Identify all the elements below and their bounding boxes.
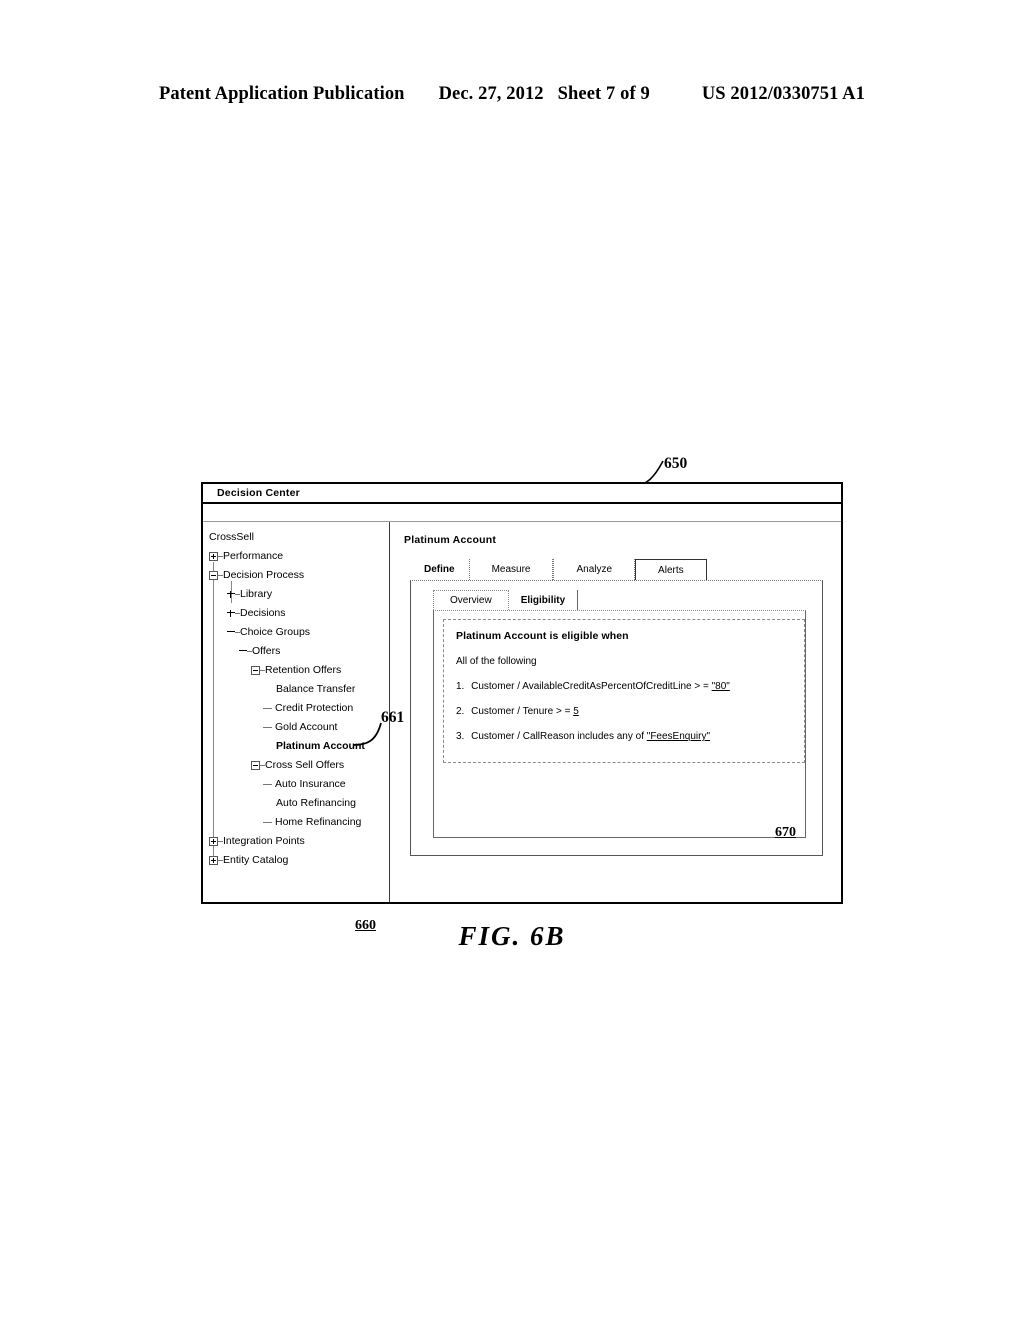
tree-item-label: Auto Refinancing [276,797,356,810]
rule-conditions: 1. Customer / AvailableCreditAsPercentOf… [456,681,792,742]
subtab-eligibility[interactable]: Eligibility [509,590,579,610]
collapse-icon[interactable] [209,571,218,580]
callout-670: 670 [775,825,796,840]
eligibility-rule-box[interactable]: Platinum Account is eligible when All of… [443,619,805,763]
rule-condition: 2. Customer / Tenure > = 5 [456,706,792,717]
tree-item-label: Performance [223,550,284,563]
patent-number-label: US 2012/0330751 A1 [701,84,865,104]
window-toolbar-strip [203,504,841,522]
figure-caption: FIG. 6B [458,921,566,951]
tree-item-decisions[interactable]: Decisions [203,604,389,623]
patent-sheet-label: Sheet 7 of 9 [557,84,650,104]
tree-item-label: Cross Sell Offers [265,759,345,772]
expand-icon[interactable] [209,552,218,561]
tree-item-retention-offers[interactable]: Retention Offers [203,661,389,680]
subtab-label: Eligibility [520,594,566,606]
tab-label: Define [424,564,455,575]
rule-title: Platinum Account is eligible when [456,630,629,642]
patent-header: Patent Application Publication Dec. 27, … [0,84,1024,105]
rule-operator: All of the following [456,656,537,667]
patent-date-label: Dec. 27, 2012 [438,84,544,104]
subtab-overview[interactable]: Overview [433,590,509,610]
eligibility-tab-panel: Platinum Account is eligible when All of… [433,610,806,838]
collapse-icon[interactable] [239,647,247,656]
rule-condition-number: 2. [456,706,465,717]
tree-leaf-dash [263,822,272,823]
tree-item-label: Home Refinancing [275,816,362,829]
tab-label: Alerts [658,564,684,576]
window-body: CrossSell Performance Decision Process Libr… [203,522,841,933]
tree-item-label: Entity Catalog [223,854,289,867]
tree-item-balance-transfer[interactable]: Balance Transfer [203,680,389,699]
main-tab-bar[interactable]: Define Measure Analyze Alerts [404,559,841,580]
collapse-icon[interactable] [251,666,260,675]
rule-condition-value[interactable]: "80" [712,681,730,692]
tree-item-decision-process[interactable]: Decision Process [203,566,389,585]
collapse-icon[interactable] [251,761,260,770]
tree-item-label: Decisions [240,607,286,620]
rule-condition-text: Customer / AvailableCreditAsPercentOfCre… [471,681,712,692]
navigation-tree-pane[interactable]: CrossSell Performance Decision Process Libr… [203,522,390,933]
decision-center-window: Decision Center CrossSell Performance Deci… [201,482,843,933]
tree-item-label: Balance Transfer [276,683,356,696]
content-page-title: Platinum Account [404,534,497,546]
tree-item-crosssell[interactable]: CrossSell [203,528,389,547]
rule-condition: 1. Customer / AvailableCreditAsPercentOf… [456,681,792,692]
rule-condition-number: 1. [456,681,465,692]
tree-item-home-refinancing[interactable]: Home Refinancing [203,813,389,832]
tab-alerts[interactable]: Alerts [635,559,707,580]
tree-item-label: Integration Points [223,835,305,848]
tab-analyze[interactable]: Analyze [553,559,636,580]
expand-icon[interactable] [227,609,235,618]
tab-define[interactable]: Define [410,559,469,580]
tree-leaf-dash [263,784,272,785]
callout-661: 661 [381,709,405,726]
expand-icon[interactable] [227,590,235,599]
tree-item-performance[interactable]: Performance [203,547,389,566]
tree-item-integration-points[interactable]: Integration Points [203,832,389,851]
tree-item-library[interactable]: Library [203,585,389,604]
tree-item-label: Decision Process [223,569,305,582]
patent-publication-label: Patent Application Publication [158,84,405,104]
rule-condition-text: Customer / CallReason includes any of [471,731,647,742]
callout-650: 650 [664,455,688,472]
rule-condition-number: 3. [456,731,465,742]
rule-condition-value[interactable]: "FeesEnquiry" [647,731,710,742]
expand-icon[interactable] [209,837,218,846]
tree-item-label: Choice Groups [240,626,311,639]
rule-condition: 3. Customer / CallReason includes any of… [456,731,792,742]
sub-tab-bar[interactable]: Overview Eligibility [425,590,822,610]
tab-label: Measure [491,564,531,575]
tree-item-label: Library [240,588,273,601]
collapse-icon[interactable] [227,628,235,637]
tree-leaf-dash [263,708,272,709]
tree-item-choice-groups[interactable]: Choice Groups [203,623,389,642]
rule-condition-text: Customer / Tenure > = [471,706,574,717]
define-tab-panel: Overview Eligibility Platinum Account is … [410,580,823,856]
tab-measure[interactable]: Measure [468,559,554,580]
tree-item-label: CrossSell [209,531,254,544]
tree-item-label: Gold Account [275,721,338,734]
tree-item-label: Offers [252,645,281,658]
tree-item-label: Retention Offers [265,664,342,677]
subtab-label: Overview [450,595,492,606]
tab-label: Analyze [576,564,613,575]
tree-item-offers[interactable]: Offers [203,642,389,661]
tree-item-credit-protection[interactable]: Credit Protection [203,699,389,718]
expand-icon[interactable] [209,856,218,865]
tree-rows: CrossSell Performance Decision Process Libr… [203,528,389,870]
tree-leaf-dash [263,727,272,728]
rule-condition-value[interactable]: 5 [573,706,579,717]
tree-item-cross-sell-offers[interactable]: Cross Sell Offers [203,756,389,775]
window-title-bar: Decision Center [203,484,841,504]
tree-item-auto-insurance[interactable]: Auto Insurance [203,775,389,794]
tree-item-entity-catalog[interactable]: Entity Catalog [203,851,389,870]
tree-item-label: Auto Insurance [275,778,346,791]
tree-item-auto-refinancing[interactable]: Auto Refinancing [203,794,389,813]
content-pane: Platinum Account Define Measure Analyze Ale… [390,522,841,902]
tree-item-label: Credit Protection [275,702,354,715]
window-title: Decision Center [217,487,300,499]
